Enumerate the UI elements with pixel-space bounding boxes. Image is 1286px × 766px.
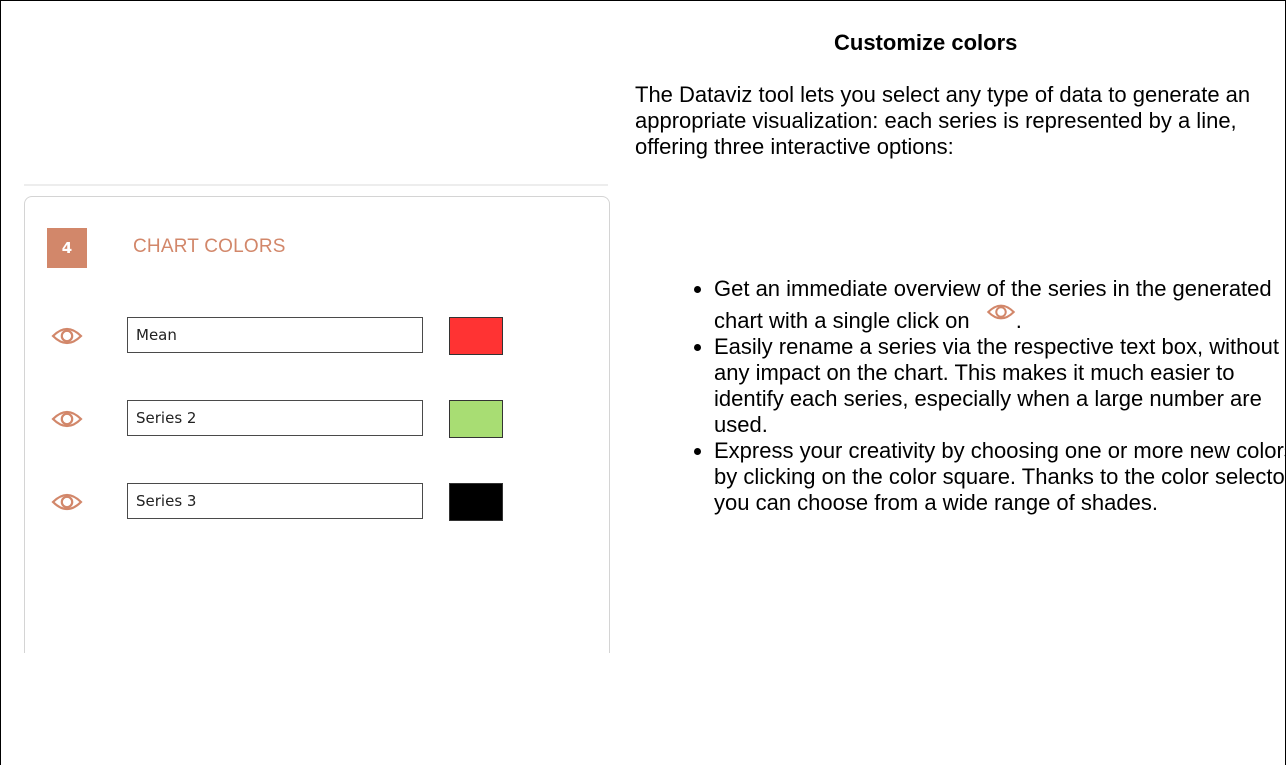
list-item: Get an immediate overview of the series … xyxy=(714,276,1286,334)
content-title: Customize colors xyxy=(834,30,1018,55)
eye-icon[interactable] xyxy=(51,491,83,513)
list-item: Easily rename a series via the respectiv… xyxy=(714,334,1286,438)
eye-icon[interactable] xyxy=(51,408,83,430)
series-row xyxy=(25,400,609,440)
list-item: Express your creativity by choosing one … xyxy=(714,438,1286,516)
panel-top-divider xyxy=(24,184,608,186)
color-swatch[interactable] xyxy=(449,483,503,521)
intro-paragraph: The Dataviz tool lets you select any typ… xyxy=(635,82,1251,159)
color-swatch[interactable] xyxy=(449,400,503,438)
eye-icon[interactable] xyxy=(51,325,83,347)
series-name-input[interactable] xyxy=(127,317,423,353)
series-row xyxy=(25,483,609,523)
series-row xyxy=(25,317,609,357)
chart-colors-panel: 4 CHART COLORS xyxy=(24,196,610,653)
series-name-input[interactable] xyxy=(127,483,423,519)
color-swatch[interactable] xyxy=(449,317,503,355)
eye-icon xyxy=(986,304,1015,320)
bullet-text-end: . xyxy=(1015,308,1022,333)
feature-list: Get an immediate overview of the series … xyxy=(690,276,1286,516)
section-title: CHART COLORS xyxy=(133,236,286,257)
step-badge: 4 xyxy=(47,228,87,268)
series-name-input[interactable] xyxy=(127,400,423,436)
